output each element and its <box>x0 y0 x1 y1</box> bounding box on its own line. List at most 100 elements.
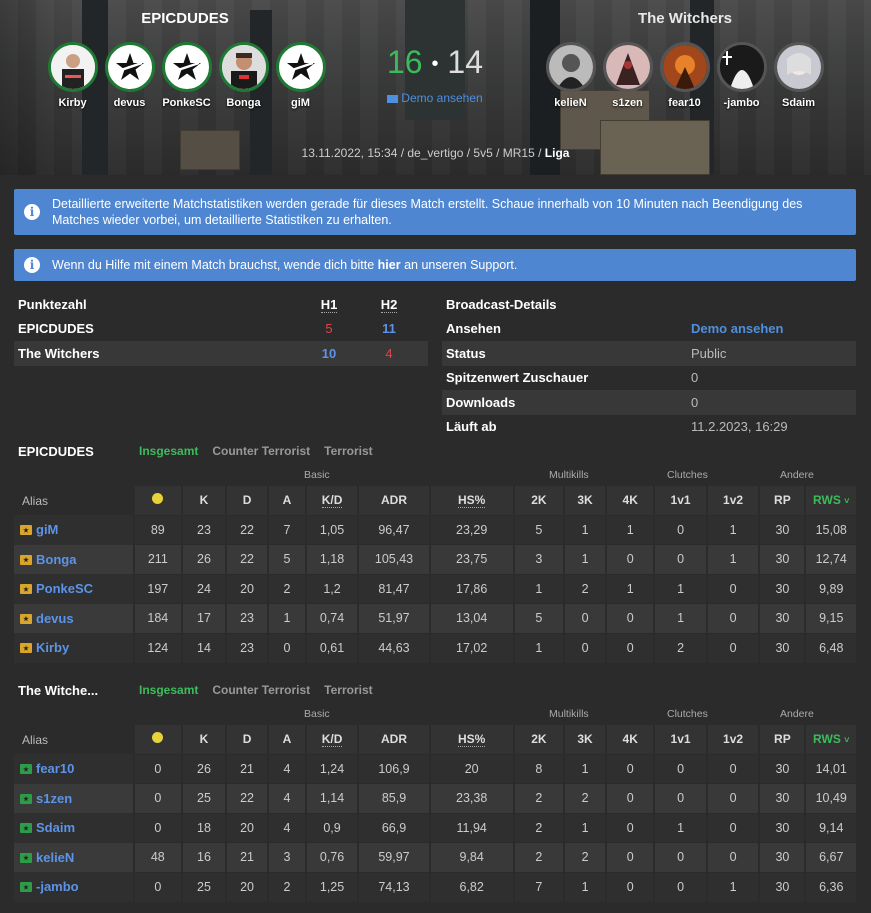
stat-cell: 30 <box>758 603 806 633</box>
tab-ct[interactable]: Counter Terrorist <box>212 683 310 697</box>
tab-t[interactable]: Terrorist <box>324 444 372 458</box>
col-kd[interactable]: K/D <box>304 486 359 515</box>
player-avatar[interactable] <box>161 42 212 92</box>
stat-cell: 2 <box>563 842 607 872</box>
player-name[interactable]: -jambo <box>713 97 770 109</box>
player-card[interactable]: giM <box>272 42 329 109</box>
player-card[interactable]: Bonga <box>215 42 272 109</box>
tab-ct[interactable]: Counter Terrorist <box>212 444 310 458</box>
stat-cell: 0 <box>605 812 655 843</box>
stat-cell: 124 <box>132 632 182 663</box>
col-2k[interactable]: 2K <box>512 486 565 515</box>
col-rp[interactable]: RP <box>758 486 806 515</box>
player-avatar[interactable] <box>275 42 326 92</box>
player-avatar[interactable] <box>716 42 767 92</box>
col-hs[interactable]: HS% <box>428 486 514 515</box>
col-adr[interactable]: ADR <box>357 725 430 754</box>
col-rws[interactable]: RWS ˅ <box>804 486 856 515</box>
player-name[interactable]: Kirby <box>44 97 101 109</box>
player-name[interactable]: Sdaim <box>770 97 827 109</box>
col-adr[interactable]: ADR <box>357 486 430 515</box>
stat-cell: 85,9 <box>357 783 430 813</box>
player-name[interactable]: s1zen <box>599 97 656 109</box>
col-rws[interactable]: RWS ˅ <box>804 725 856 754</box>
col-k[interactable]: K <box>180 486 227 515</box>
col-d[interactable]: D <box>225 486 269 515</box>
stat-cell: 14,01 <box>804 753 856 784</box>
player-card[interactable]: PonkeSC <box>158 42 215 109</box>
tab-t[interactable]: Terrorist <box>324 683 372 697</box>
player-name[interactable]: fear10 <box>656 97 713 109</box>
player-card[interactable]: Sdaim <box>770 42 827 109</box>
player-alias-link[interactable]: Bonga <box>14 544 134 574</box>
player-avatar[interactable] <box>47 42 98 92</box>
player-alias-link[interactable]: Sdaim <box>14 813 134 843</box>
player-name[interactable]: giM <box>272 97 329 109</box>
player-alias-link[interactable]: fear10 <box>14 754 134 784</box>
col-4k[interactable]: 4K <box>605 486 655 515</box>
col-1v2[interactable]: 1v2 <box>705 725 760 754</box>
player-avatar[interactable] <box>773 42 824 92</box>
col-k[interactable]: K <box>180 725 227 754</box>
stat-cell: 0 <box>705 842 760 872</box>
score-table-title: Punktezahl <box>18 296 87 312</box>
col-smiley[interactable] <box>132 486 182 515</box>
col-a[interactable]: A <box>267 725 306 754</box>
col-d[interactable]: D <box>225 725 269 754</box>
player-avatar[interactable] <box>659 42 710 92</box>
player-alias-link[interactable]: devus <box>14 603 134 633</box>
col-1v2[interactable]: 1v2 <box>705 486 760 515</box>
stat-cell: 1 <box>653 812 707 843</box>
player-card[interactable]: Kirby <box>44 42 101 109</box>
team1-name[interactable]: EPICDUDES <box>100 10 270 27</box>
player-alias-link[interactable]: giM <box>14 515 134 545</box>
player-alias-link[interactable]: PonkeSC <box>14 574 134 604</box>
team1-score: 16 <box>387 44 423 80</box>
player-card[interactable]: s1zen <box>599 42 656 109</box>
player-avatar[interactable] <box>104 42 155 92</box>
player-card[interactable]: fear10 <box>656 42 713 109</box>
col-smiley[interactable] <box>132 725 182 754</box>
col-3k[interactable]: 3K <box>563 725 607 754</box>
stat-cell: 26 <box>180 753 227 784</box>
player-alias-link[interactable]: Kirby <box>14 633 134 663</box>
stat-cell: 44,63 <box>357 632 430 663</box>
stat-cell: 0,76 <box>304 842 359 872</box>
stat-cell: 30 <box>758 514 806 545</box>
col-1v1[interactable]: 1v1 <box>653 486 707 515</box>
player-card[interactable]: kelieN <box>542 42 599 109</box>
player-name[interactable]: kelieN <box>542 97 599 109</box>
tv-icon <box>387 94 399 103</box>
player-avatar[interactable] <box>545 42 596 92</box>
col-alias[interactable]: Alias <box>14 486 134 515</box>
player-avatar[interactable] <box>602 42 653 92</box>
col-alias[interactable]: Alias <box>14 725 134 754</box>
broadcast-label: Ansehen <box>446 321 501 337</box>
table-row: devus 184 17 23 1 0,74 51,97 13,04 5 0 0 1 0 30 9,15 <box>14 603 856 633</box>
player-alias-link[interactable]: s1zen <box>14 783 134 813</box>
watch-demo-link[interactable]: Demo ansehen <box>691 321 783 336</box>
col-2k[interactable]: 2K <box>512 725 565 754</box>
col-rp[interactable]: RP <box>758 725 806 754</box>
col-1v1[interactable]: 1v1 <box>653 725 707 754</box>
col-hs[interactable]: HS% <box>428 725 514 754</box>
tab-overall[interactable]: Insgesamt <box>139 683 198 697</box>
tab-overall[interactable]: Insgesamt <box>139 444 198 458</box>
stat-cell: 0 <box>605 603 655 633</box>
player-avatar[interactable] <box>218 42 269 92</box>
support-link[interactable]: hier <box>378 258 401 272</box>
player-card[interactable]: -jambo <box>713 42 770 109</box>
player-card[interactable]: devus <box>101 42 158 109</box>
player-name[interactable]: devus <box>101 97 158 109</box>
player-alias-link[interactable]: -jambo <box>14 872 134 902</box>
watch-demo-link[interactable]: Demo ansehen <box>380 91 490 105</box>
player-alias-link[interactable]: kelieN <box>14 842 134 872</box>
col-a[interactable]: A <box>267 486 306 515</box>
col-kd[interactable]: K/D <box>304 725 359 754</box>
player-name[interactable]: PonkeSC <box>158 97 215 109</box>
team2-name[interactable]: The Witchers <box>600 10 770 27</box>
player-name[interactable]: Bonga <box>215 97 272 109</box>
col-4k[interactable]: 4K <box>605 725 655 754</box>
col-3k[interactable]: 3K <box>563 486 607 515</box>
stat-cell: 10,49 <box>804 783 856 813</box>
